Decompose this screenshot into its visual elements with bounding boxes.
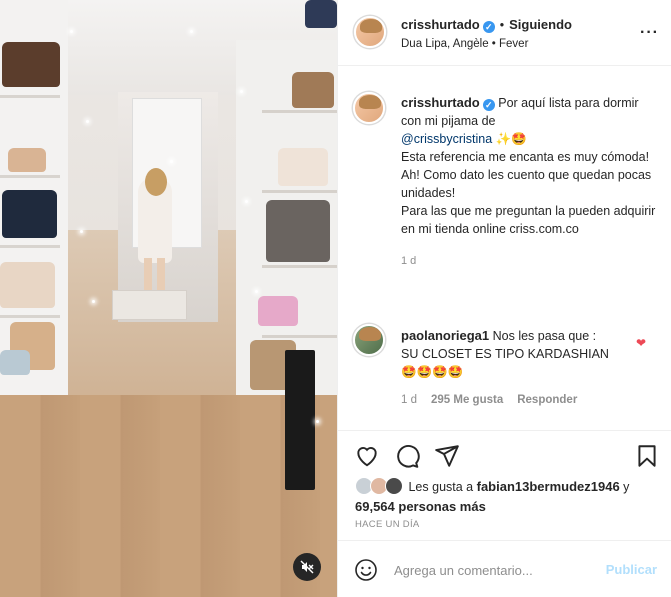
handbag xyxy=(278,148,328,186)
header-title-row: crisshurtado ✓ • Siguiendo xyxy=(401,17,572,33)
author-username[interactable]: crisshurtado xyxy=(401,17,480,32)
handbag xyxy=(305,0,337,28)
person-hair xyxy=(145,168,167,196)
sparkle xyxy=(245,200,248,203)
mute-button[interactable] xyxy=(293,553,321,581)
comment-icon[interactable] xyxy=(394,443,420,469)
comment-like-heart-icon[interactable]: ❤ xyxy=(636,336,646,350)
likes-count[interactable]: 69,564 personas más xyxy=(355,499,486,514)
audio-subtitle[interactable]: Dua Lipa, Angèle • Fever xyxy=(401,38,528,50)
person-leg xyxy=(144,258,152,290)
mute-icon xyxy=(300,560,314,574)
handbag xyxy=(0,262,55,308)
sparkle xyxy=(70,30,73,33)
caption-emojis: ✨🤩 xyxy=(495,132,527,146)
handbag xyxy=(0,350,30,375)
post-panel: crisshurtado ✓ • Siguiendo Dua Lipa, Angèle… xyxy=(337,0,671,597)
media-shelf xyxy=(0,95,60,98)
follow-status-button[interactable]: Siguiendo xyxy=(509,17,572,32)
sparkle xyxy=(92,300,95,303)
action-bar xyxy=(338,430,671,480)
media-shelf xyxy=(262,110,337,113)
caption-text: crisshurtado ✓ Por aquí lista para dormir… xyxy=(401,94,659,270)
caption-line: Para las que me preguntan la pueden adqu… xyxy=(401,204,656,236)
post-header: crisshurtado ✓ • Siguiendo Dua Lipa, Angèle… xyxy=(338,0,671,66)
likes-prefix: Les gusta a xyxy=(408,480,474,494)
likes-connector: y xyxy=(623,480,630,494)
liker-avatar xyxy=(385,477,403,495)
sparkle xyxy=(80,230,83,233)
comment-meta: 1 d 295 Me gusta Responder xyxy=(401,394,577,406)
media-shelf xyxy=(262,190,337,193)
handbag xyxy=(2,190,57,238)
media-shelf xyxy=(0,175,60,178)
reply-button[interactable]: Responder xyxy=(517,394,577,406)
post-timestamp[interactable]: HACE UN DÍA xyxy=(355,519,420,530)
person-leg xyxy=(157,258,165,290)
comment-username[interactable]: paolanoriega1 xyxy=(401,328,489,343)
likes-user[interactable]: fabian13bermudez1946 xyxy=(477,479,620,494)
sparkle xyxy=(240,90,243,93)
sparkle xyxy=(255,290,258,293)
sparkle xyxy=(316,420,319,423)
comment-emojis: 🤩🤩🤩🤩 xyxy=(401,365,464,379)
comment-time[interactable]: 1 d xyxy=(401,394,417,406)
sparkle xyxy=(170,160,173,163)
media-shelf xyxy=(262,335,337,338)
comment-line: SU CLOSET ES TIPO KARDASHIAN xyxy=(401,347,609,361)
mention-link[interactable]: @crissbycristina xyxy=(401,132,492,146)
verified-badge-icon: ✓ xyxy=(482,99,495,111)
comment-text: paolanoriega1 Nos les pasa que : SU CLOS… xyxy=(401,327,631,381)
handbag xyxy=(258,296,298,326)
handbag xyxy=(292,72,334,108)
handbag xyxy=(266,200,330,262)
publish-button[interactable]: Publicar xyxy=(606,562,657,577)
likes-summary: Les gusta a fabian13bermudez1946 y 69,56… xyxy=(355,477,665,517)
post-media[interactable] xyxy=(0,0,337,597)
comment-line: Nos les pasa que : xyxy=(492,329,597,343)
separator-dot: • xyxy=(499,18,505,32)
share-icon[interactable] xyxy=(434,443,460,469)
floor-lamp xyxy=(285,350,315,490)
liker-avatars xyxy=(355,477,405,495)
caption-line: Ah! Como dato les cuento que quedan poca… xyxy=(401,168,652,200)
verified-badge-icon: ✓ xyxy=(482,21,495,33)
more-options-icon[interactable]: ··· xyxy=(640,24,659,42)
caption-line: Esta referencia me encanta es muy cómoda… xyxy=(401,150,650,164)
caption-time[interactable]: 1 d xyxy=(401,252,659,270)
commenter-avatar[interactable] xyxy=(353,324,385,356)
media-shelf xyxy=(0,245,60,248)
sparkle xyxy=(86,120,89,123)
bookmark-icon[interactable] xyxy=(634,443,660,469)
avatar[interactable] xyxy=(354,16,386,48)
avatar[interactable] xyxy=(353,92,385,124)
media-rug xyxy=(112,290,187,320)
handbag xyxy=(8,148,46,172)
handbag xyxy=(2,42,60,87)
comment-bar: Publicar xyxy=(338,540,671,597)
comment-input[interactable] xyxy=(394,559,594,581)
emoji-icon[interactable] xyxy=(354,558,378,582)
media-shelf xyxy=(0,315,60,318)
media-shelf xyxy=(262,265,337,268)
comment-likes[interactable]: 295 Me gusta xyxy=(431,394,503,406)
caption-username[interactable]: crisshurtado xyxy=(401,95,480,110)
sparkle xyxy=(190,30,193,33)
heart-icon[interactable] xyxy=(354,443,380,469)
